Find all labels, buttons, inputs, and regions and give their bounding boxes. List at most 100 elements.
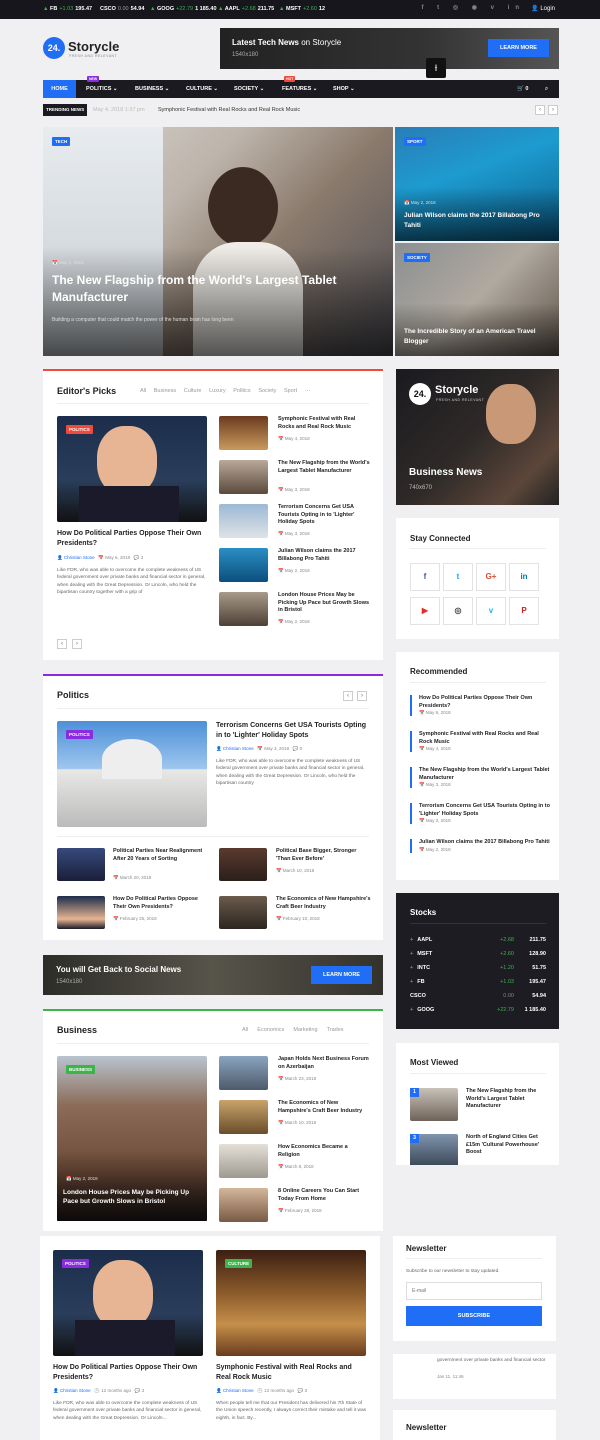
politics-prev-button[interactable]: ‹ bbox=[343, 691, 353, 701]
grid-item-title[interactable]: Political Parties Near Realignment After… bbox=[113, 848, 208, 863]
hero-side-card-sport[interactable]: SPORT 📅 May 2, 2018 Julian Wilson claims… bbox=[395, 127, 559, 241]
filter-all[interactable]: All bbox=[242, 1027, 248, 1033]
filter-marketing[interactable]: Marketing bbox=[293, 1027, 317, 1033]
stock-row[interactable]: + FB +1.03 195.47 bbox=[410, 979, 546, 991]
grid-thumb[interactable] bbox=[57, 848, 105, 881]
tag-politics[interactable]: POLITICS bbox=[62, 1259, 89, 1268]
recommended-item[interactable]: The New Flagship from the World's Larges… bbox=[410, 767, 550, 789]
filter-sport[interactable]: Sport bbox=[284, 388, 297, 394]
social-icons[interactable]: f t ◎ ◉ v in bbox=[422, 4, 525, 11]
nav-politics[interactable]: POLITICS ⌄ bbox=[86, 86, 118, 92]
stock-row[interactable]: CSCO 0.00 54.94 bbox=[410, 993, 546, 1005]
vimeo-icon[interactable]: v bbox=[476, 597, 506, 625]
list-thumb[interactable] bbox=[219, 548, 268, 582]
list-item-title[interactable]: Japan Holds Next Business Forum on Azerb… bbox=[278, 1056, 370, 1071]
list-thumb[interactable] bbox=[219, 504, 268, 538]
linkedin-icon[interactable]: in bbox=[509, 563, 539, 591]
tag-politics[interactable]: POLITICS bbox=[66, 425, 93, 434]
stock-row[interactable]: + GOOG +22.79 1 185.40 bbox=[410, 1007, 546, 1019]
list-thumb[interactable] bbox=[219, 1188, 268, 1222]
grid-item-title[interactable]: Political Base Bigger, Stronger 'Than Ev… bbox=[276, 848, 371, 863]
subscribe-button[interactable]: SUBSCRIBE bbox=[406, 1306, 542, 1326]
twitter-icon[interactable]: t bbox=[443, 563, 473, 591]
grid-item-title[interactable]: How Do Political Parties Oppose Their Ow… bbox=[113, 896, 208, 911]
login-link[interactable]: 👤 Login bbox=[531, 5, 555, 12]
sidebar-ad[interactable]: 24. Storycle FRESH AND RELEVANT Business… bbox=[396, 369, 559, 505]
nav-business[interactable]: BUSINESS ⌄ bbox=[135, 86, 169, 92]
trending-next-button[interactable]: › bbox=[548, 105, 558, 115]
nav-features[interactable]: FEATURES ⌄ bbox=[282, 86, 317, 92]
hero-side-card-society[interactable]: SOCIETY The Incredible Story of an Ameri… bbox=[395, 243, 559, 356]
filter-culture[interactable]: Culture bbox=[184, 388, 202, 394]
business-featured-title[interactable]: London House Prices May be Picking Up Pa… bbox=[63, 1188, 203, 1207]
list-thumb[interactable] bbox=[219, 592, 268, 626]
list-item-title[interactable]: The Economics of New Hampshire's Craft B… bbox=[278, 1100, 370, 1115]
ticker-aapl[interactable]: ▲ AAPL +2.68 211.75 bbox=[218, 6, 274, 12]
mid-ad-learn-more-button[interactable]: LEARN MORE bbox=[311, 966, 372, 984]
most-viewed-title[interactable]: The New Flagship from the World's Larges… bbox=[466, 1088, 551, 1111]
list-thumb[interactable] bbox=[219, 1056, 268, 1090]
ad-learn-more-button[interactable]: LEARN MORE bbox=[488, 39, 549, 57]
tag-culture[interactable]: CULTURE bbox=[225, 1259, 253, 1268]
nav-home[interactable]: HOME bbox=[43, 80, 76, 98]
youtube-icon[interactable]: ▶ bbox=[410, 597, 440, 625]
filter-trades[interactable]: Trades bbox=[327, 1027, 344, 1033]
list-item-title[interactable]: Terrorism Concerns Get USA Tourists Opti… bbox=[278, 504, 370, 527]
bottom-right-title[interactable]: Symphonic Festival with Real Rocks and R… bbox=[216, 1363, 366, 1383]
hero-side2-title[interactable]: The Incredible Story of an American Trav… bbox=[404, 327, 554, 347]
ticker-fb[interactable]: ▲ FB +1.03 195.47 bbox=[43, 6, 92, 12]
hero-main-title[interactable]: The New Flagship from the World's Larges… bbox=[52, 272, 362, 306]
editors-prev-button[interactable]: ‹ bbox=[57, 639, 67, 649]
top-ad-banner[interactable]: Latest Tech News on Storycle 1540x180 ⫲ … bbox=[220, 28, 559, 78]
hero-main-card[interactable]: TECH 📅 May 3, 2018 The New Flagship from… bbox=[43, 127, 393, 356]
recommended-item[interactable]: Symphonic Festival with Real Rocks and R… bbox=[410, 731, 550, 753]
pinterest-icon[interactable]: P bbox=[509, 597, 539, 625]
google-plus-icon[interactable]: G+ bbox=[476, 563, 506, 591]
facebook-icon[interactable]: f bbox=[410, 563, 440, 591]
newsletter-email-input[interactable] bbox=[406, 1282, 542, 1300]
filter-society[interactable]: Society bbox=[258, 388, 276, 394]
list-item-title[interactable]: The New Flagship from the World's Larges… bbox=[278, 460, 370, 475]
recommended-item[interactable]: Julian Wilson claims the 2017 Billabong … bbox=[410, 839, 550, 853]
grid-thumb[interactable] bbox=[219, 896, 267, 929]
nav-culture[interactable]: CULTURE ⌄ bbox=[186, 86, 218, 92]
list-thumb[interactable] bbox=[219, 416, 268, 450]
ticker-msft[interactable]: ▲ MSFT +2.60 12 bbox=[279, 6, 325, 12]
most-viewed-title[interactable]: North of England Cities Get £15m 'Cultur… bbox=[466, 1134, 551, 1157]
stock-row[interactable]: + INTC +1.20 51.75 bbox=[410, 965, 546, 977]
trending-prev-button[interactable]: ‹ bbox=[535, 105, 545, 115]
list-thumb[interactable] bbox=[219, 460, 268, 494]
tag-sport[interactable]: SPORT bbox=[404, 137, 426, 146]
tag-business[interactable]: BUSINESS bbox=[66, 1065, 96, 1074]
trending-headline[interactable]: Symphonic Festival with Real Rocks and R… bbox=[158, 107, 300, 113]
mid-ad-banner[interactable]: You will Get Back to Social News 1540x18… bbox=[43, 955, 383, 995]
list-item-title[interactable]: Julian Wilson claims the 2017 Billabong … bbox=[278, 548, 370, 563]
editors-next-button[interactable]: › bbox=[72, 639, 82, 649]
editors-featured-title[interactable]: How Do Political Parties Oppose Their Ow… bbox=[57, 529, 207, 549]
list-thumb[interactable] bbox=[219, 1144, 268, 1178]
tag-society[interactable]: SOCIETY bbox=[404, 253, 430, 262]
nav-shop[interactable]: SHOP ⌄ bbox=[333, 86, 355, 92]
grid-thumb[interactable] bbox=[57, 896, 105, 929]
list-item-title[interactable]: London House Prices May be Picking Up Pa… bbox=[278, 592, 370, 615]
list-item-title[interactable]: How Economics Became a Religion bbox=[278, 1144, 370, 1159]
filter-economics[interactable]: Economics bbox=[257, 1027, 284, 1033]
grid-thumb[interactable] bbox=[219, 848, 267, 881]
bottom-left-title[interactable]: How Do Political Parties Oppose Their Ow… bbox=[53, 1363, 203, 1383]
hero-side1-title[interactable]: Julian Wilson claims the 2017 Billabong … bbox=[404, 211, 554, 231]
more-dots-icon[interactable]: ··· bbox=[305, 388, 311, 394]
ticker-csco[interactable]: CSCO 0.00 54.94 bbox=[100, 6, 144, 12]
recommended-item[interactable]: How Do Political Parties Oppose Their Ow… bbox=[410, 695, 550, 717]
stock-row[interactable]: + AAPL +2.68 211.75 bbox=[410, 937, 546, 949]
nav-society[interactable]: SOCIETY ⌄ bbox=[234, 86, 264, 92]
tag-tech[interactable]: TECH bbox=[52, 137, 71, 146]
politics-next-button[interactable]: › bbox=[357, 691, 367, 701]
stock-row[interactable]: + MSFT +2.60 128.90 bbox=[410, 951, 546, 963]
filter-luxury[interactable]: Luxury bbox=[209, 388, 226, 394]
settings-sliders-icon[interactable]: ⫲ bbox=[426, 58, 446, 78]
list-item-title[interactable]: 8 Online Careers You Can Start Today Fro… bbox=[278, 1188, 370, 1203]
list-thumb[interactable] bbox=[219, 1100, 268, 1134]
recommended-item[interactable]: Terrorism Concerns Get USA Tourists Opti… bbox=[410, 803, 550, 825]
ticker-goog[interactable]: ▲ GOOG +22.79 1 185.40 bbox=[150, 6, 217, 12]
politics-featured-title[interactable]: Terrorism Concerns Get USA Tourists Opti… bbox=[216, 721, 366, 741]
